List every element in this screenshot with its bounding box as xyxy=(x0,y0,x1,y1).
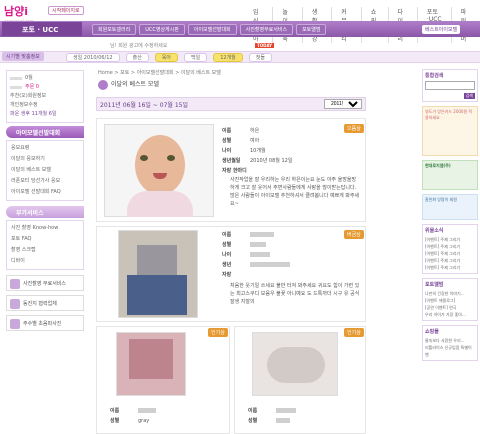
member-info-link[interactable]: 추천(오)회원정보 xyxy=(10,92,46,101)
news-item[interactable]: [이벤트] 주제 그리기 xyxy=(425,243,475,250)
shop-heading: 쇼핑몰 xyxy=(425,329,439,335)
model-info: 이름 성별 나이 생년 자랑 xyxy=(222,230,342,280)
ultrasound-icon xyxy=(10,319,20,329)
news-item[interactable]: [이벤트] 주제 그리기 xyxy=(425,257,475,264)
sidebar-item[interactable]: 응모요령 xyxy=(11,143,79,154)
service-item[interactable]: 디바이 xyxy=(11,256,79,267)
camera-icon xyxy=(10,279,20,289)
album-item[interactable]: 우리 아이가 가장 좋아... xyxy=(425,311,475,318)
set-homepage-button[interactable]: 시작페이지로 xyxy=(48,6,84,15)
album-item[interactable]: 나만의 건강한 이야기... xyxy=(425,290,475,297)
section-title[interactable]: 포토 · UCC xyxy=(2,22,82,36)
right-sidebar: 통합검색 검색 영도가 앙은카드 2000원 적용하세요 현대로지엠(주) 홈친… xyxy=(422,69,478,365)
news-item[interactable]: [이벤트] 주제 그리기 xyxy=(425,250,475,257)
member-box: 0월 주문 0 추천(오)회원정보 개인정보수정 파운 생후 11개월 6일 xyxy=(6,70,84,123)
date-range: 2011년 06월 16일 ~ 07월 15일 xyxy=(100,102,188,109)
member-line[interactable]: 주문 0 xyxy=(25,83,39,92)
page-title: 이달의 베스트 모델 xyxy=(98,79,159,90)
stage-item[interactable]: 출산 xyxy=(125,53,149,62)
model-info: 이름 하은 성별 여아 나이 10개월 생년월일 2010년 08월 12일 자랑 한마… xyxy=(222,128,293,174)
heading-dot-icon xyxy=(98,79,108,90)
store-icon xyxy=(10,299,20,309)
model-photo[interactable] xyxy=(118,230,198,318)
search-input[interactable] xyxy=(425,81,475,90)
services-heading: 부가서비스 xyxy=(6,206,84,218)
model-photo[interactable] xyxy=(116,332,186,396)
award-badge: 버금상 xyxy=(344,230,364,239)
stage-item[interactable]: 12개월 xyxy=(213,53,243,62)
album-item[interactable]: [공연 이벤트] 연극 xyxy=(425,304,475,311)
best-model-button[interactable]: 베스트아이모델 xyxy=(422,25,461,34)
ad-banner[interactable]: 현대로지엠(주) xyxy=(422,160,478,190)
section-sub-nav: 회원포토갤러리 UCC영상게시판 아이모델선발대회 사진촬영무료서비스 포토앨범 xyxy=(92,24,327,35)
sidebar-heading: 아이모델선발대회 xyxy=(6,126,84,138)
model-photo[interactable] xyxy=(104,124,214,217)
sub-nav-item[interactable]: 아이모델선발대회 xyxy=(187,24,237,35)
side-banner[interactable]: 주수별 초음파사진 xyxy=(6,315,84,331)
stage-info-items: 생일 2010/06/12 출산 육아 백일 12개월 첫돌 xyxy=(66,53,272,62)
ad-banner[interactable]: 홈친화 앙팡이 회원 xyxy=(422,194,478,220)
award-badge: 인기상 xyxy=(208,328,228,337)
side-banner[interactable]: 사진촬영 무료서비스 xyxy=(6,275,84,291)
sub-nav-item[interactable]: 사진촬영무료서비스 xyxy=(239,24,294,35)
service-item[interactable]: 촬영 스크랩 xyxy=(11,245,79,256)
model-info: 이름 성별 xyxy=(248,406,358,426)
award-badge: 인기상 xyxy=(344,328,364,337)
sidebar-item[interactable]: 아이모델 선발대회 FAQ xyxy=(11,187,79,198)
service-item[interactable]: 사진 촬영 Know-how xyxy=(11,223,79,234)
sub-nav-item[interactable]: 포토앨범 xyxy=(296,24,327,35)
news-item[interactable]: [이벤트] 주제 그리기 xyxy=(425,264,475,271)
baby-age-info: 파운 생후 11개월 6일 xyxy=(10,111,57,117)
sub-nav-item[interactable]: UCC영상게시판 xyxy=(139,24,185,35)
service-item[interactable]: 포토 FAQ xyxy=(11,234,79,245)
model-comment: 사진작업을 잘 우리하는 우리 하은이는요 눈도 아주 울망울망하게 크고 잘 … xyxy=(230,177,360,207)
edit-profile-link[interactable]: 개인정보수정 xyxy=(10,101,38,110)
sidebar-menu: 응모요령 이달의 응모하기 이달의 베스트 모델 러푼모티 당선가사 응모 아이… xyxy=(6,140,84,201)
sub-nav-item[interactable]: 회원포토갤러리 xyxy=(92,24,137,35)
shop-box: 쇼핑몰 물속보다 사랑한 우리... 리틀라이스 신규입점 특별이벤 xyxy=(422,325,478,361)
news-heading: 위물소식 xyxy=(425,228,444,234)
news-item[interactable]: [이벤트] 주제 그리기 xyxy=(425,236,475,243)
shop-item[interactable]: 물속보다 사랑한 우리... xyxy=(425,337,475,344)
member-line: 0월 xyxy=(25,75,33,81)
search-heading: 통합검색 xyxy=(425,73,444,79)
shop-item[interactable]: 리틀라이스 신규입점 특별이벤 xyxy=(425,344,475,358)
news-box: 위물소식 [이벤트] 주제 그리기 [이벤트] 주제 그리기 [이벤트] 주제 … xyxy=(422,224,478,274)
model-comment: 처음한 웃기일 쓰세요 불만 터져 봐주세요 귀요도 힘이 가련 있는 최고스쿠… xyxy=(230,283,360,305)
model-info: 이름 성별 gray xyxy=(110,406,220,426)
breadcrumb: Home > 포토 > 아이모델선발대회 > 이달의 베스트 모델 xyxy=(98,70,221,76)
ad-banner[interactable]: 영도가 앙은카드 2000원 적용하세요 xyxy=(422,106,478,156)
model-photo[interactable] xyxy=(252,332,338,396)
today-badge: TODAY xyxy=(255,43,275,48)
album-box: 포토앨범 나만의 건강한 이야기... [이벤트 에필로그] [공연 이벤트] … xyxy=(422,278,478,321)
login-note: 님! 회원 광고에 수정하세요 xyxy=(110,43,168,49)
sidebar-item[interactable]: 이달의 베스트 모델 xyxy=(11,165,79,176)
stage-item[interactable]: 육아 xyxy=(154,53,179,62)
month-select[interactable]: 2011년 07월 xyxy=(324,99,362,109)
stage-item[interactable]: 생일 2010/06/12 xyxy=(66,53,120,62)
album-item[interactable]: [이벤트 에필로그] xyxy=(425,297,475,304)
sidebar-item[interactable]: 러푼모티 당선가사 응모 xyxy=(11,176,79,187)
stage-item[interactable]: 첫돌 xyxy=(248,53,272,62)
search-button[interactable]: 검색 xyxy=(463,93,475,99)
album-heading: 포토앨범 xyxy=(425,282,444,288)
services-menu: 사진 촬영 Know-how 포토 FAQ 촬영 스크랩 디바이 xyxy=(6,220,84,270)
sidebar-item[interactable]: 이달의 응모하기 xyxy=(11,154,79,165)
search-box: 통합검색 검색 xyxy=(422,69,478,102)
side-banner[interactable]: 동진지 협력업체 xyxy=(6,295,84,311)
stage-item[interactable]: 백일 xyxy=(184,53,208,62)
left-sidebar: 0월 주문 0 추천(오)회원정보 개인정보수정 파운 생후 11개월 6일 아… xyxy=(6,70,84,335)
stage-info-label: 시기별 맞춤정보 xyxy=(2,52,44,61)
